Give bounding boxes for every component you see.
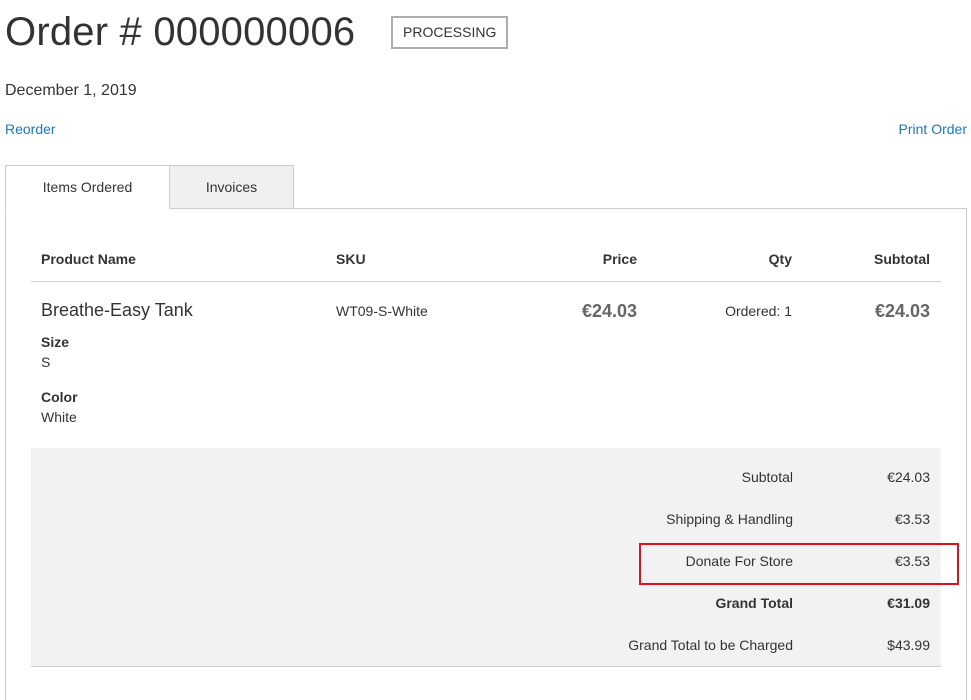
totals-subtotal-value: €24.03 <box>887 469 930 485</box>
option-value-color: White <box>41 409 77 425</box>
status-badge: PROCESSING <box>391 16 509 49</box>
totals-grand-total-value: €31.09 <box>887 595 930 611</box>
product-sku: WT09-S-White <box>336 303 428 319</box>
option-value-size: S <box>41 354 51 370</box>
totals-shipping-value: €3.53 <box>894 511 930 527</box>
page-title: Order # 000000006 <box>5 10 356 54</box>
option-label-size: Size <box>41 334 70 350</box>
option-label-color: Color <box>41 389 78 405</box>
tab-items-ordered[interactable]: Items Ordered <box>5 165 170 209</box>
tab-invoices[interactable]: Invoices <box>169 165 294 209</box>
donate-highlight-box <box>639 543 959 585</box>
product-name: Breathe-Easy Tank <box>41 300 193 320</box>
column-header-qty: Qty <box>768 251 792 267</box>
totals-subtotal-label: Subtotal <box>741 469 793 485</box>
column-header-product-name: Product Name <box>41 251 136 267</box>
totals-grand-total-label: Grand Total <box>715 595 793 611</box>
product-price: €24.03 <box>581 301 637 321</box>
table-header-divider <box>31 281 941 282</box>
product-subtotal: €24.03 <box>874 301 930 321</box>
print-order-link[interactable]: Print Order <box>899 121 967 137</box>
reorder-link[interactable]: Reorder <box>5 121 56 137</box>
column-header-sku: SKU <box>336 251 366 267</box>
totals-charged-value: $43.99 <box>887 637 930 653</box>
product-qty: Ordered: 1 <box>725 303 792 319</box>
column-header-subtotal: Subtotal <box>874 251 930 267</box>
order-date: December 1, 2019 <box>5 82 137 99</box>
column-header-price: Price <box>602 251 637 267</box>
totals-charged-label: Grand Total to be Charged <box>628 637 793 653</box>
totals-shipping-label: Shipping & Handling <box>666 511 793 527</box>
